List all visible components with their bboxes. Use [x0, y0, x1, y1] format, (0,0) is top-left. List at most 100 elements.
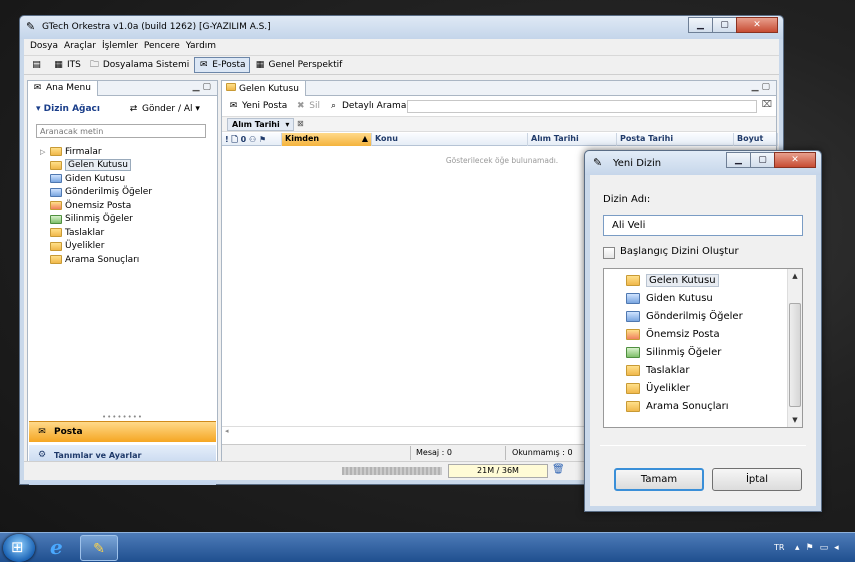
- tree-item[interactable]: Gelen Kutusu: [40, 159, 152, 173]
- tree-item[interactable]: Önemsiz Posta: [40, 199, 152, 213]
- delete-button[interactable]: ✖ Sil: [292, 98, 323, 114]
- minimize-button[interactable]: ▁: [688, 17, 713, 33]
- menu-yardim[interactable]: Yardım: [184, 39, 220, 54]
- tree-item[interactable]: Taslaklar: [40, 226, 152, 240]
- scroll-down-icon[interactable]: ▼: [788, 413, 802, 427]
- dosyalama-label: Dosyalama Sistemi: [102, 60, 190, 70]
- menu-dosya[interactable]: Dosya: [28, 39, 62, 54]
- perspective-toolbar: ▤ ▦ ITS 🗀 Dosyalama Sistemi ✉ E-Posta ▦ …: [24, 55, 779, 75]
- its-button[interactable]: ▦ ITS: [50, 57, 84, 73]
- dialog-maximize-button[interactable]: ▢: [750, 152, 775, 168]
- mail-search-input[interactable]: [407, 100, 757, 113]
- internet-explorer-icon[interactable]: e: [50, 537, 63, 557]
- toolbar-open-button[interactable]: ▤: [28, 57, 48, 73]
- list-item[interactable]: Giden Kutusu: [626, 289, 743, 307]
- column-alim-tarihi[interactable]: Alım Tarihi: [528, 133, 617, 146]
- left-panel-tabbar: ✉ Ana Menu ▁▢: [28, 81, 217, 96]
- parent-folder-list[interactable]: Gelen Kutusu Giden Kutusu Gönderilmiş Öğ…: [603, 268, 803, 428]
- clear-search-icon[interactable]: ⌧: [762, 100, 772, 110]
- cancel-button[interactable]: İptal: [712, 468, 802, 491]
- dialog-window-controls: ▁ ▢ ✕: [726, 152, 816, 168]
- outbox-icon: [626, 292, 640, 304]
- splitter-grip[interactable]: ••••••••: [28, 413, 217, 421]
- dialog-minimize-button[interactable]: ▁: [726, 152, 751, 168]
- column-boyut[interactable]: Boyut: [734, 133, 778, 146]
- menu-pencere[interactable]: Pencere: [142, 39, 184, 54]
- column-kimden[interactable]: Kimden ▲: [282, 133, 372, 146]
- scroll-up-icon[interactable]: ▲: [788, 269, 802, 283]
- tab-ana-menu[interactable]: ✉ Ana Menu: [28, 81, 98, 96]
- system-tray-icons[interactable]: ▴⚑▭◂: [795, 543, 845, 553]
- column-label: Boyut: [737, 134, 764, 143]
- list-item-label: Önemsiz Posta: [646, 328, 720, 340]
- list-item[interactable]: Üyelikler: [626, 379, 743, 397]
- column-posta-tarihi[interactable]: Posta Tarihi: [617, 133, 734, 146]
- column-label: Posta Tarihi: [620, 134, 674, 143]
- mail-icon: ✉: [199, 60, 208, 70]
- vertical-scrollbar[interactable]: ▲ ▼: [787, 269, 802, 427]
- start-folder-label[interactable]: Başlangıç Dizini Oluştur: [620, 246, 739, 257]
- binoculars-icon: ⌕: [330, 101, 336, 111]
- column-label: Alım Tarihi: [531, 134, 579, 143]
- panel-controls[interactable]: ▁▢: [752, 82, 773, 92]
- folder-icon: [50, 147, 62, 157]
- gc-trash-icon[interactable]: 🗑: [552, 464, 565, 475]
- tree-item[interactable]: Üyelikler: [40, 240, 152, 254]
- language-indicator[interactable]: TR: [774, 543, 784, 552]
- nav-posta-button[interactable]: ✉ Posta: [29, 421, 216, 442]
- folder-search-input[interactable]: Aranacak metin: [36, 124, 206, 138]
- group-by-chip[interactable]: Alım Tarihi ▾: [227, 118, 295, 131]
- group-by-bar: Alım Tarihi ▾ ⊠: [222, 116, 776, 132]
- menu-araclar[interactable]: Araçlar: [62, 39, 100, 54]
- outbox-icon: [50, 174, 62, 184]
- tree-item[interactable]: ▷ Firmalar: [40, 145, 152, 159]
- close-button[interactable]: ✕: [736, 17, 778, 33]
- tree-item-label: Önemsiz Posta: [65, 200, 132, 211]
- tree-item-label: Firmalar: [65, 146, 102, 157]
- list-item[interactable]: Gönderilmiş Öğeler: [626, 307, 743, 325]
- drafts-icon: [626, 364, 640, 376]
- tree-header[interactable]: ▾ Dizin Ağacı: [36, 104, 100, 114]
- list-item[interactable]: Önemsiz Posta: [626, 325, 743, 343]
- folder-name-input[interactable]: Ali Veli: [603, 215, 803, 236]
- send-receive-button[interactable]: ⇄ Gönder / Al ▾: [128, 104, 200, 114]
- dialog-close-button[interactable]: ✕: [774, 152, 816, 168]
- column-konu[interactable]: Konu: [372, 133, 528, 146]
- taskbar-app-button[interactable]: ✎: [80, 535, 118, 561]
- eposta-button[interactable]: ✉ E-Posta: [194, 57, 250, 73]
- icon-columns[interactable]: ! 🗋 0 ⚇ ⚑: [222, 133, 282, 146]
- list-item[interactable]: Taslaklar: [626, 361, 743, 379]
- tree-item[interactable]: Silinmiş Öğeler: [40, 213, 152, 227]
- title-bar[interactable]: ✎ GTech Orkestra v1.0a (build 1262) [G-Y…: [20, 16, 783, 39]
- detailed-search-button[interactable]: ⌕ Detaylı Arama: [325, 98, 409, 114]
- menu-bar: Dosya Araçlar İşlemler Pencere Yardım: [24, 39, 779, 54]
- list-item[interactable]: Silinmiş Öğeler: [626, 343, 743, 361]
- remove-group-icon[interactable]: ⊠: [297, 119, 304, 128]
- window-controls: ▁ ▢ ✕: [688, 17, 778, 33]
- panel-controls[interactable]: ▁▢: [193, 82, 214, 92]
- pencil-icon: ✎: [593, 156, 603, 169]
- scroll-thumb[interactable]: [789, 303, 801, 407]
- dialog-title-bar[interactable]: ✎ Yeni Dizin ▁ ▢ ✕: [585, 151, 821, 175]
- tree-item-label: Gönderilmiş Öğeler: [65, 187, 153, 198]
- start-button[interactable]: [3, 534, 35, 562]
- list-item[interactable]: Arama Sonuçları: [626, 397, 743, 415]
- ok-button[interactable]: Tamam: [614, 468, 704, 491]
- start-folder-checkbox[interactable]: [603, 247, 615, 259]
- maximize-button[interactable]: ▢: [712, 17, 737, 33]
- column-header: ! 🗋 0 ⚇ ⚑ Kimden ▲ Konu Alım Tarihi Posta…: [222, 133, 778, 146]
- tree-item-label: Giden Kutusu: [65, 173, 126, 184]
- list-item-label: Taslaklar: [646, 364, 690, 376]
- dosyalama-button[interactable]: 🗀 Dosyalama Sistemi: [86, 57, 192, 73]
- list-item[interactable]: Gelen Kutusu: [626, 271, 743, 289]
- dialog-client: Dizin Adı: Ali Veli Başlangıç Dizini Olu…: [590, 175, 816, 506]
- tab-gelen-kutusu[interactable]: Gelen Kutusu: [222, 81, 306, 96]
- new-mail-icon: ✉: [229, 101, 238, 111]
- tree-item[interactable]: Gönderilmiş Öğeler: [40, 186, 152, 200]
- menu-islemler[interactable]: İşlemler: [100, 39, 142, 54]
- genel-perspektif-button[interactable]: ▦ Genel Perspektif: [252, 57, 346, 73]
- new-mail-button[interactable]: ✉ Yeni Posta: [225, 98, 290, 114]
- tree-item[interactable]: Giden Kutusu: [40, 172, 152, 186]
- tree-item[interactable]: Arama Sonuçları: [40, 253, 152, 267]
- app-icon: ✎: [26, 20, 36, 33]
